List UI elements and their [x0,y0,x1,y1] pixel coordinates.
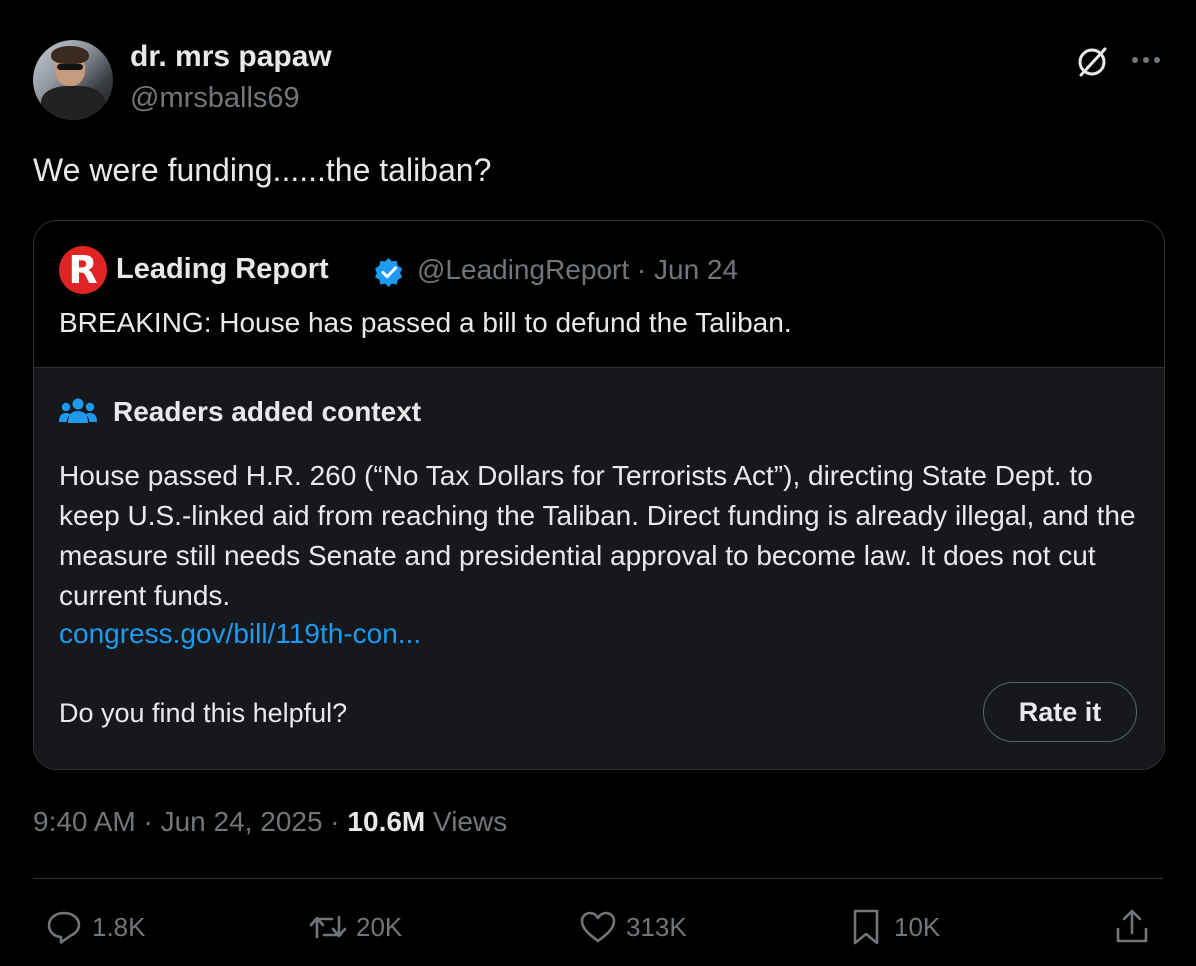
quoted-tweet-header[interactable]: R Leading Report @LeadingReport · Jun 24… [34,221,1164,367]
quoted-tweet-text: BREAKING: House has passed a bill to def… [59,307,792,338]
community-note-body: House passed H.R. 260 (“No Tax Dollars f… [59,460,1136,611]
bookmark-icon [853,909,879,945]
share-button[interactable] [1112,905,1152,949]
views-count: 10.6M [347,806,426,837]
more-icon[interactable] [1128,44,1164,76]
like-count: 313K [626,911,687,942]
community-note-source-link[interactable]: congress.gov/bill/119th-con... [59,618,421,650]
helpful-question: Do you find this helpful? [59,698,348,728]
verified-icon [374,257,403,287]
quoted-handle-date[interactable]: @LeadingReport · Jun 24 [417,254,738,286]
avatar-glasses [57,64,83,70]
reply-count: 1.8K [92,911,146,942]
reply-button[interactable]: 1.8K [44,905,146,949]
tweet-timestamp[interactable]: 9:40 AM · Jun 24, 2025 · [33,806,347,837]
bookmark-count: 10K [894,911,941,942]
divider [33,878,1163,879]
author-display-name[interactable]: dr. mrs papaw [130,40,332,74]
bookmark-button[interactable]: 10K [846,905,940,949]
rate-it-button[interactable]: Rate it [983,682,1137,742]
repost-button[interactable]: 20K [308,905,402,949]
repost-count: 20K [356,911,403,942]
like-button[interactable]: 313K [578,905,687,949]
leading-report-logo[interactable]: R [59,246,107,294]
community-note-title: Readers added context [113,396,422,427]
share-icon [1116,909,1148,943]
quoted-tweet-card[interactable]: R Leading Report @LeadingReport · Jun 24… [33,220,1165,770]
people-icon [59,398,97,423]
grok-icon[interactable] [1074,44,1110,80]
tweet-text: We were funding......the taliban? [33,152,492,188]
tweet-meta: 9:40 AM · Jun 24, 2025 · 10.6M Views [33,806,507,838]
retweet-icon [309,915,347,939]
views-label: Views [425,806,508,837]
avatar-shirt [41,86,105,120]
avatar-hair [51,46,89,64]
author-handle[interactable]: @mrsballs69 [130,82,300,115]
author-avatar[interactable] [33,40,113,120]
reply-icon [47,911,81,944]
like-icon [580,911,616,943]
community-note: Readers added context House passed H.R. … [34,367,1164,769]
quoted-author-name[interactable]: Leading Report [116,253,329,286]
